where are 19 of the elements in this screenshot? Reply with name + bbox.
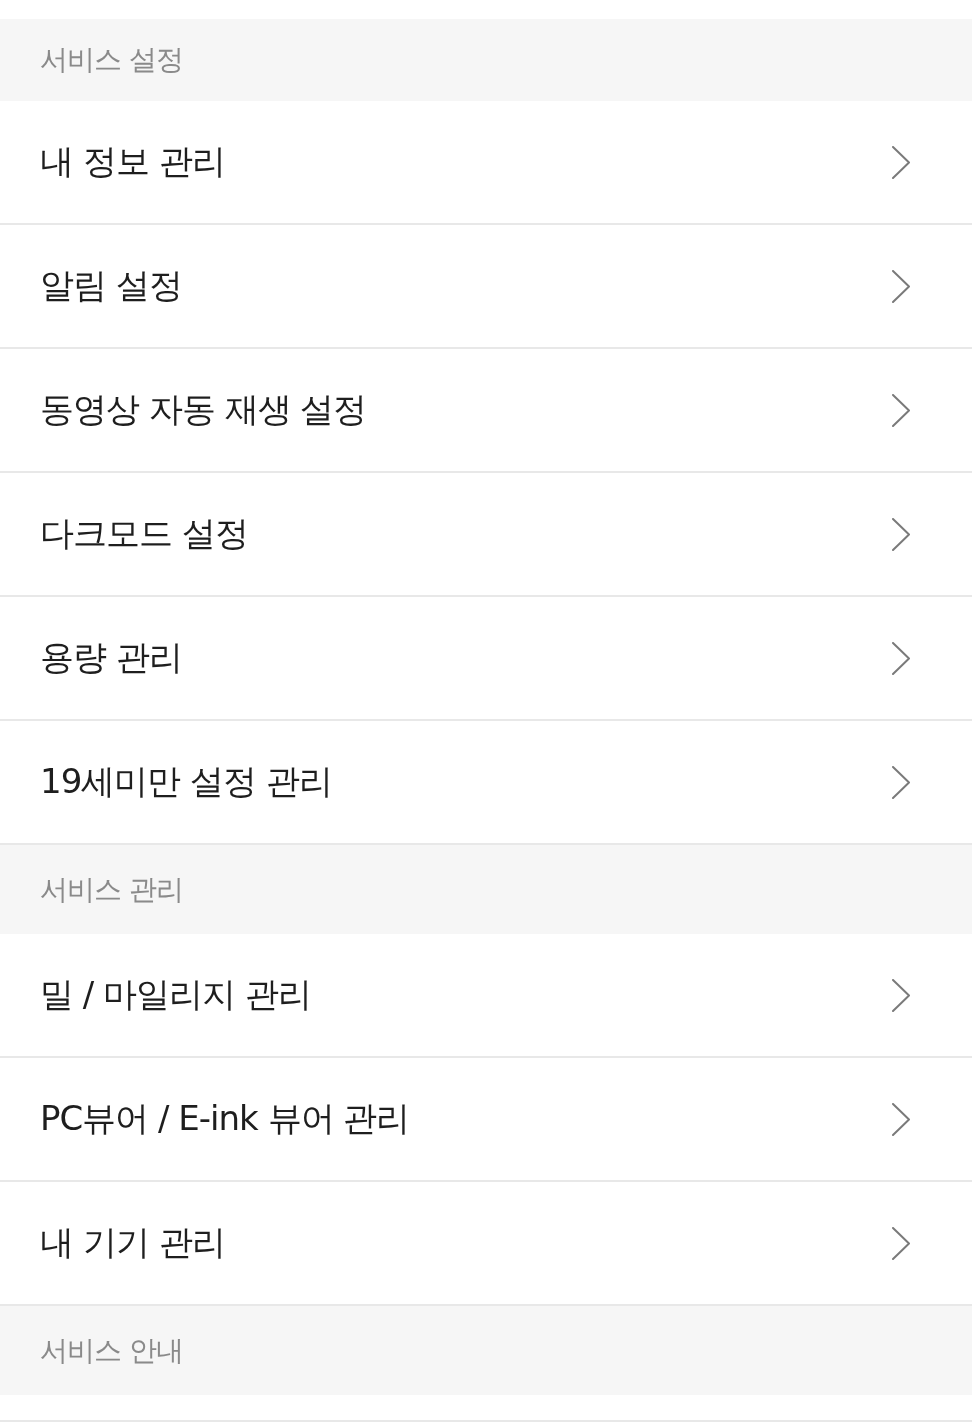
chevron-right-icon <box>892 145 910 179</box>
chevron-right-icon <box>892 1102 910 1136</box>
chevron-right-icon <box>892 517 910 551</box>
chevron-right-icon <box>892 1226 910 1260</box>
section-header: 서비스 설정 <box>0 19 972 101</box>
settings-row[interactable]: 알림 설정 <box>0 225 972 349</box>
chevron-right-icon <box>892 269 910 303</box>
chevron-right-icon <box>892 641 910 675</box>
settings-row[interactable]: 다크모드 설정 <box>0 473 972 597</box>
chevron-right-icon <box>892 765 910 799</box>
settings-row[interactable]: 동영상 자동 재생 설정 <box>0 349 972 473</box>
section-header: 서비스 관리 <box>0 845 972 934</box>
section-header: 서비스 안내 <box>0 1306 972 1395</box>
chevron-right-icon <box>892 978 910 1012</box>
chevron-right-icon <box>892 393 910 427</box>
settings-row[interactable]: PC뷰어 / E-ink 뷰어 관리 <box>0 1058 972 1182</box>
settings-row[interactable]: 밀 / 마일리지 관리 <box>0 934 972 1058</box>
settings-row[interactable]: 내 정보 관리 <box>0 101 972 225</box>
settings-row[interactable]: 용량 관리 <box>0 597 972 721</box>
